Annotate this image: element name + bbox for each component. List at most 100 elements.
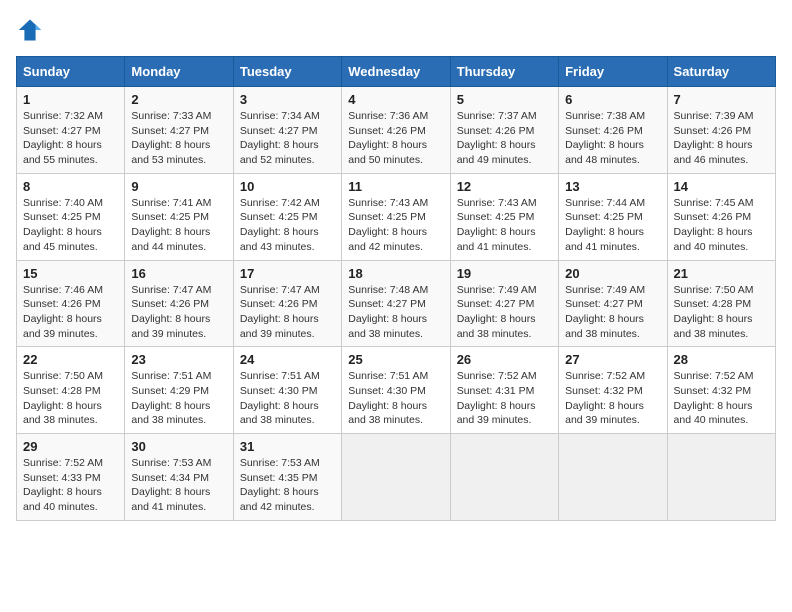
day-number: 9	[131, 179, 226, 194]
day-info: Sunrise: 7:51 AM Sunset: 4:29 PM Dayligh…	[131, 369, 226, 428]
day-info: Sunrise: 7:37 AM Sunset: 4:26 PM Dayligh…	[457, 109, 552, 168]
calendar-cell: 11 Sunrise: 7:43 AM Sunset: 4:25 PM Dayl…	[342, 173, 450, 260]
day-info: Sunrise: 7:45 AM Sunset: 4:26 PM Dayligh…	[674, 196, 769, 255]
calendar-cell: 29 Sunrise: 7:52 AM Sunset: 4:33 PM Dayl…	[17, 434, 125, 521]
calendar-cell	[342, 434, 450, 521]
column-header-friday: Friday	[559, 57, 667, 87]
day-number: 18	[348, 266, 443, 281]
day-number: 15	[23, 266, 118, 281]
calendar-cell: 21 Sunrise: 7:50 AM Sunset: 4:28 PM Dayl…	[667, 260, 775, 347]
day-info: Sunrise: 7:53 AM Sunset: 4:34 PM Dayligh…	[131, 456, 226, 515]
calendar-cell: 14 Sunrise: 7:45 AM Sunset: 4:26 PM Dayl…	[667, 173, 775, 260]
day-number: 22	[23, 352, 118, 367]
day-info: Sunrise: 7:51 AM Sunset: 4:30 PM Dayligh…	[348, 369, 443, 428]
day-info: Sunrise: 7:34 AM Sunset: 4:27 PM Dayligh…	[240, 109, 335, 168]
calendar-week-3: 15 Sunrise: 7:46 AM Sunset: 4:26 PM Dayl…	[17, 260, 776, 347]
calendar-cell: 22 Sunrise: 7:50 AM Sunset: 4:28 PM Dayl…	[17, 347, 125, 434]
day-info: Sunrise: 7:33 AM Sunset: 4:27 PM Dayligh…	[131, 109, 226, 168]
calendar-cell: 8 Sunrise: 7:40 AM Sunset: 4:25 PM Dayli…	[17, 173, 125, 260]
calendar-cell: 17 Sunrise: 7:47 AM Sunset: 4:26 PM Dayl…	[233, 260, 341, 347]
calendar-cell: 23 Sunrise: 7:51 AM Sunset: 4:29 PM Dayl…	[125, 347, 233, 434]
day-info: Sunrise: 7:38 AM Sunset: 4:26 PM Dayligh…	[565, 109, 660, 168]
calendar-table: SundayMondayTuesdayWednesdayThursdayFrid…	[16, 56, 776, 521]
day-number: 25	[348, 352, 443, 367]
calendar-cell: 25 Sunrise: 7:51 AM Sunset: 4:30 PM Dayl…	[342, 347, 450, 434]
calendar-week-4: 22 Sunrise: 7:50 AM Sunset: 4:28 PM Dayl…	[17, 347, 776, 434]
day-info: Sunrise: 7:43 AM Sunset: 4:25 PM Dayligh…	[457, 196, 552, 255]
calendar-cell: 30 Sunrise: 7:53 AM Sunset: 4:34 PM Dayl…	[125, 434, 233, 521]
day-info: Sunrise: 7:40 AM Sunset: 4:25 PM Dayligh…	[23, 196, 118, 255]
calendar-week-1: 1 Sunrise: 7:32 AM Sunset: 4:27 PM Dayli…	[17, 87, 776, 174]
calendar-header-row: SundayMondayTuesdayWednesdayThursdayFrid…	[17, 57, 776, 87]
day-number: 8	[23, 179, 118, 194]
logo	[16, 16, 48, 44]
calendar-cell: 4 Sunrise: 7:36 AM Sunset: 4:26 PM Dayli…	[342, 87, 450, 174]
page-header	[16, 16, 776, 44]
day-number: 1	[23, 92, 118, 107]
day-info: Sunrise: 7:49 AM Sunset: 4:27 PM Dayligh…	[565, 283, 660, 342]
day-number: 28	[674, 352, 769, 367]
day-info: Sunrise: 7:44 AM Sunset: 4:25 PM Dayligh…	[565, 196, 660, 255]
calendar-cell: 31 Sunrise: 7:53 AM Sunset: 4:35 PM Dayl…	[233, 434, 341, 521]
column-header-wednesday: Wednesday	[342, 57, 450, 87]
calendar-week-2: 8 Sunrise: 7:40 AM Sunset: 4:25 PM Dayli…	[17, 173, 776, 260]
column-header-monday: Monday	[125, 57, 233, 87]
day-number: 19	[457, 266, 552, 281]
day-info: Sunrise: 7:52 AM Sunset: 4:33 PM Dayligh…	[23, 456, 118, 515]
day-number: 26	[457, 352, 552, 367]
calendar-cell: 27 Sunrise: 7:52 AM Sunset: 4:32 PM Dayl…	[559, 347, 667, 434]
day-number: 3	[240, 92, 335, 107]
day-info: Sunrise: 7:47 AM Sunset: 4:26 PM Dayligh…	[131, 283, 226, 342]
day-number: 30	[131, 439, 226, 454]
calendar-cell: 18 Sunrise: 7:48 AM Sunset: 4:27 PM Dayl…	[342, 260, 450, 347]
calendar-cell: 12 Sunrise: 7:43 AM Sunset: 4:25 PM Dayl…	[450, 173, 558, 260]
day-info: Sunrise: 7:46 AM Sunset: 4:26 PM Dayligh…	[23, 283, 118, 342]
day-number: 23	[131, 352, 226, 367]
day-info: Sunrise: 7:39 AM Sunset: 4:26 PM Dayligh…	[674, 109, 769, 168]
day-number: 12	[457, 179, 552, 194]
day-number: 10	[240, 179, 335, 194]
column-header-sunday: Sunday	[17, 57, 125, 87]
calendar-cell: 9 Sunrise: 7:41 AM Sunset: 4:25 PM Dayli…	[125, 173, 233, 260]
calendar-cell: 6 Sunrise: 7:38 AM Sunset: 4:26 PM Dayli…	[559, 87, 667, 174]
day-info: Sunrise: 7:50 AM Sunset: 4:28 PM Dayligh…	[23, 369, 118, 428]
calendar-cell: 24 Sunrise: 7:51 AM Sunset: 4:30 PM Dayl…	[233, 347, 341, 434]
column-header-saturday: Saturday	[667, 57, 775, 87]
day-number: 24	[240, 352, 335, 367]
day-number: 4	[348, 92, 443, 107]
calendar-cell: 20 Sunrise: 7:49 AM Sunset: 4:27 PM Dayl…	[559, 260, 667, 347]
calendar-cell: 2 Sunrise: 7:33 AM Sunset: 4:27 PM Dayli…	[125, 87, 233, 174]
day-info: Sunrise: 7:41 AM Sunset: 4:25 PM Dayligh…	[131, 196, 226, 255]
day-number: 29	[23, 439, 118, 454]
day-number: 21	[674, 266, 769, 281]
calendar-cell: 16 Sunrise: 7:47 AM Sunset: 4:26 PM Dayl…	[125, 260, 233, 347]
calendar-cell	[450, 434, 558, 521]
day-number: 2	[131, 92, 226, 107]
day-info: Sunrise: 7:53 AM Sunset: 4:35 PM Dayligh…	[240, 456, 335, 515]
calendar-cell: 13 Sunrise: 7:44 AM Sunset: 4:25 PM Dayl…	[559, 173, 667, 260]
day-number: 13	[565, 179, 660, 194]
day-number: 16	[131, 266, 226, 281]
calendar-week-5: 29 Sunrise: 7:52 AM Sunset: 4:33 PM Dayl…	[17, 434, 776, 521]
day-info: Sunrise: 7:51 AM Sunset: 4:30 PM Dayligh…	[240, 369, 335, 428]
calendar-cell: 7 Sunrise: 7:39 AM Sunset: 4:26 PM Dayli…	[667, 87, 775, 174]
day-info: Sunrise: 7:42 AM Sunset: 4:25 PM Dayligh…	[240, 196, 335, 255]
day-number: 7	[674, 92, 769, 107]
day-number: 11	[348, 179, 443, 194]
calendar-cell: 28 Sunrise: 7:52 AM Sunset: 4:32 PM Dayl…	[667, 347, 775, 434]
day-number: 5	[457, 92, 552, 107]
logo-icon	[16, 16, 44, 44]
day-info: Sunrise: 7:47 AM Sunset: 4:26 PM Dayligh…	[240, 283, 335, 342]
calendar-cell	[667, 434, 775, 521]
day-info: Sunrise: 7:32 AM Sunset: 4:27 PM Dayligh…	[23, 109, 118, 168]
column-header-tuesday: Tuesday	[233, 57, 341, 87]
calendar-cell: 15 Sunrise: 7:46 AM Sunset: 4:26 PM Dayl…	[17, 260, 125, 347]
calendar-cell: 5 Sunrise: 7:37 AM Sunset: 4:26 PM Dayli…	[450, 87, 558, 174]
day-info: Sunrise: 7:52 AM Sunset: 4:32 PM Dayligh…	[565, 369, 660, 428]
day-number: 27	[565, 352, 660, 367]
day-info: Sunrise: 7:52 AM Sunset: 4:32 PM Dayligh…	[674, 369, 769, 428]
day-number: 6	[565, 92, 660, 107]
column-header-thursday: Thursday	[450, 57, 558, 87]
day-info: Sunrise: 7:43 AM Sunset: 4:25 PM Dayligh…	[348, 196, 443, 255]
day-info: Sunrise: 7:48 AM Sunset: 4:27 PM Dayligh…	[348, 283, 443, 342]
